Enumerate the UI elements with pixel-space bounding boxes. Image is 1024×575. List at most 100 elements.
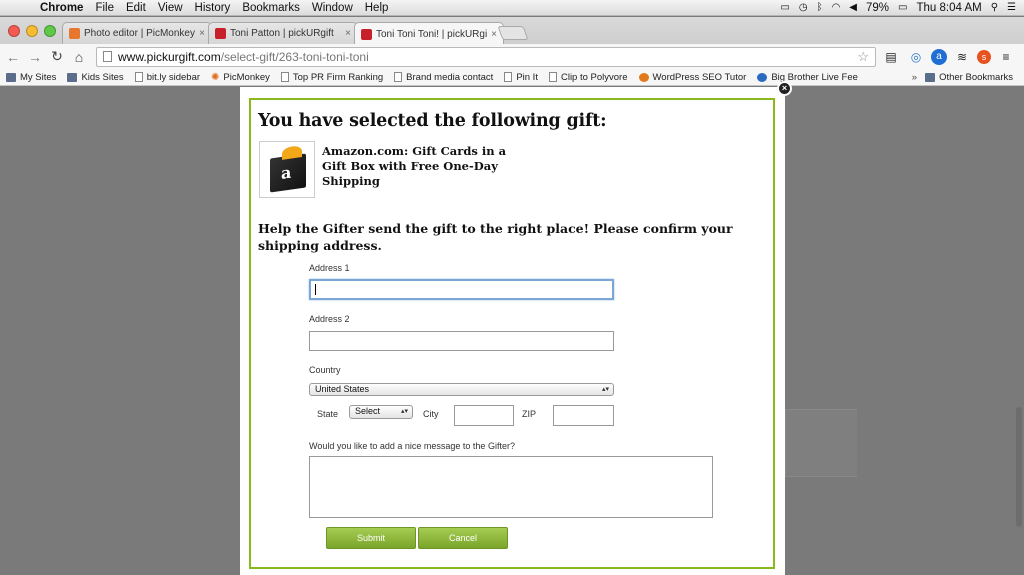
- volume-icon[interactable]: ◀︎: [849, 2, 857, 13]
- window-controls: [8, 25, 56, 37]
- menu-chrome[interactable]: Chrome: [34, 2, 89, 14]
- address2-input[interactable]: [309, 331, 614, 351]
- country-select[interactable]: United States ▴▾: [309, 383, 614, 396]
- tab-strip: Photo editor | PicMonkey: × Toni Patton …: [0, 17, 1024, 45]
- gift-title: Amazon.com: Gift Cards in a Gift Box wit…: [322, 144, 507, 188]
- bookmark-kids-sites[interactable]: Kids Sites: [67, 72, 124, 83]
- bookmark-label: Clip to Polyvore: [560, 71, 628, 83]
- battery-icon[interactable]: ▭: [898, 2, 907, 13]
- bookmark-brand-media[interactable]: Brand media contact: [394, 72, 493, 83]
- mac-menubar: Chrome File Edit View History Bookmarks …: [0, 0, 1024, 16]
- tab-close-icon[interactable]: ×: [345, 28, 351, 39]
- wifi-icon[interactable]: ◠: [832, 2, 841, 13]
- bookmark-clip-polyvore[interactable]: Clip to Polyvore: [548, 71, 628, 83]
- gifter-message-label: Would you like to add a nice message to …: [309, 441, 515, 451]
- search-extension-icon[interactable]: ◎: [906, 50, 926, 64]
- picmonkey-favicon-icon: [69, 28, 80, 39]
- menu-help[interactable]: Help: [359, 2, 395, 14]
- menu-edit[interactable]: Edit: [120, 2, 152, 14]
- cancel-button[interactable]: Cancel: [418, 527, 508, 549]
- bookmark-label: My Sites: [20, 71, 57, 83]
- bookmark-my-sites[interactable]: My Sites: [6, 72, 56, 83]
- city-input[interactable]: [454, 405, 514, 426]
- country-selected-value: United States: [315, 384, 370, 394]
- airplay-icon[interactable]: ▭: [780, 2, 789, 13]
- menu-window[interactable]: Window: [306, 2, 359, 14]
- folder-icon: [6, 72, 16, 82]
- document-icon: [134, 72, 143, 82]
- battery-percent[interactable]: 79%: [866, 2, 889, 14]
- new-tab-button[interactable]: [497, 26, 529, 40]
- back-arrow-icon[interactable]: ←: [2, 49, 24, 65]
- reload-icon[interactable]: ↻: [46, 48, 68, 65]
- bookmark-label: Brand media contact: [406, 71, 494, 83]
- notification-center-icon[interactable]: ☰: [1007, 2, 1016, 13]
- bookmark-picmonkey[interactable]: ✺ PicMonkey: [211, 72, 270, 83]
- bookmark-label: Top PR Firm Ranking: [292, 71, 384, 83]
- clock[interactable]: Thu 8:04 AM: [916, 2, 981, 14]
- tab-picmonkey[interactable]: Photo editor | PicMonkey: ×: [62, 22, 212, 44]
- tab-toni-toni-toni[interactable]: Toni Toni Toni! | pickURgift ×: [354, 22, 504, 45]
- address1-input[interactable]: [309, 279, 614, 300]
- bookmark-pin-it[interactable]: Pin It: [504, 72, 538, 83]
- menu-file[interactable]: File: [89, 2, 120, 14]
- pickurgift-favicon-icon: [361, 28, 372, 40]
- page-overlay-backdrop[interactable]: You have selected the following gift: a …: [0, 87, 1024, 575]
- bookmark-top-pr[interactable]: Top PR Firm Ranking: [280, 71, 384, 83]
- bookmark-star-icon[interactable]: ☆: [857, 49, 869, 65]
- menu-bookmarks[interactable]: Bookmarks: [236, 2, 306, 14]
- gift-thumbnail: a: [259, 141, 315, 198]
- spotlight-icon[interactable]: ⚲: [991, 2, 998, 13]
- bookmark-label: bit.ly sidebar: [146, 71, 201, 83]
- zip-label: ZIP: [522, 409, 537, 419]
- document-icon: [504, 72, 513, 82]
- menubar-tray: ▭ ◷ ᛒ ◠ ◀︎ 79% ▭ Thu 8:04 AM ⚲ ☰: [780, 2, 1024, 14]
- select-arrows-icon: ▴▾: [601, 386, 609, 393]
- window-layout-icon[interactable]: ▤: [881, 50, 901, 64]
- submit-button[interactable]: Submit: [326, 527, 416, 549]
- modal-close-icon[interactable]: ×: [777, 81, 792, 96]
- gift-ribbon-icon: [282, 145, 302, 160]
- page-scrollbar[interactable]: [1016, 407, 1022, 527]
- wordpress-icon: [638, 72, 649, 82]
- document-icon: [548, 72, 557, 82]
- bookmark-label: Pin It: [516, 71, 538, 83]
- amazon-logo-letter: a: [281, 162, 292, 183]
- readability-extension-icon[interactable]: a: [931, 48, 947, 65]
- close-window-icon[interactable]: [8, 25, 20, 37]
- stumbleupon-extension-icon[interactable]: s: [977, 49, 991, 64]
- bookmark-label: WordPress SEO Tutor: [652, 71, 747, 83]
- gifter-message-textarea[interactable]: [309, 456, 713, 518]
- bookmark-bitly-sidebar[interactable]: bit.ly sidebar: [134, 71, 201, 83]
- menu-view[interactable]: View: [152, 2, 189, 14]
- tab-title: Toni Toni Toni! | pickURgift: [376, 28, 488, 40]
- bookmark-label: Other Bookmarks: [939, 71, 1013, 83]
- modal-heading: You have selected the following gift:: [258, 111, 607, 131]
- url-host: www.pickurgift.com: [118, 49, 221, 64]
- address-bar[interactable]: www.pickurgift.com /select-gift/263-toni…: [96, 46, 876, 67]
- minimize-window-icon[interactable]: [26, 25, 38, 37]
- zip-input[interactable]: [553, 405, 614, 426]
- city-label: City: [423, 409, 439, 419]
- tab-close-icon[interactable]: ×: [491, 29, 497, 40]
- bookmark-big-brother[interactable]: Big Brother Live Fee: [757, 72, 858, 83]
- pickurgift-favicon-icon: [215, 28, 226, 39]
- url-path: /select-gift/263-toni-toni-toni: [220, 49, 369, 64]
- tab-close-icon[interactable]: ×: [199, 28, 205, 39]
- amazon-gift-box-icon: a: [270, 145, 306, 193]
- menu-history[interactable]: History: [189, 2, 237, 14]
- time-machine-icon[interactable]: ◷: [799, 2, 808, 13]
- zoom-window-icon[interactable]: [44, 25, 56, 37]
- bookmark-wordpress-seo[interactable]: WordPress SEO Tutor: [638, 71, 747, 83]
- bookmark-other-bookmarks[interactable]: Other Bookmarks: [925, 72, 1013, 83]
- forward-arrow-icon[interactable]: →: [24, 49, 46, 65]
- globe-icon: [757, 72, 768, 82]
- bluetooth-icon[interactable]: ᛒ: [817, 2, 823, 13]
- buffer-extension-icon[interactable]: ≋: [952, 50, 972, 64]
- bookmarks-overflow-chevron-icon[interactable]: »: [912, 72, 917, 83]
- tab-toni-patton[interactable]: Toni Patton | pickURgift ×: [208, 22, 358, 44]
- state-select[interactable]: Select ▴▾: [349, 405, 413, 419]
- home-icon[interactable]: ⌂: [68, 49, 90, 65]
- chrome-menu-icon[interactable]: ≡: [996, 50, 1016, 64]
- text-caret: [315, 284, 316, 295]
